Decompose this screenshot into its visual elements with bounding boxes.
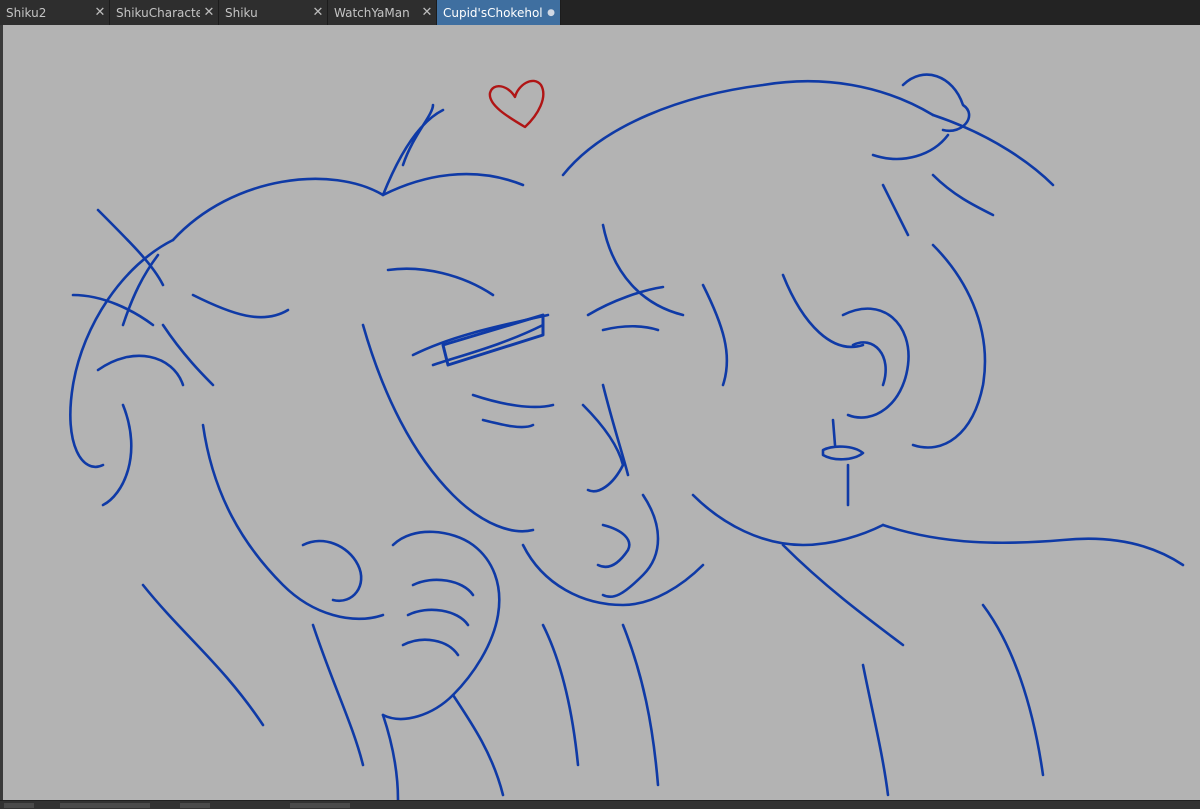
tab-label: ShikuCharacterS: [116, 5, 200, 20]
close-icon[interactable]: ✕: [200, 5, 218, 20]
left-hair-strands: [96, 354, 185, 507]
left-bow: [71, 208, 290, 387]
sketch-artwork: [69, 73, 1185, 800]
right-hair-outline: [561, 80, 935, 177]
right-nose-lips: [581, 403, 631, 569]
right-earring: [821, 418, 865, 507]
left-hair-outline: [171, 172, 525, 242]
left-neck: [141, 583, 365, 767]
right-bow: [871, 73, 995, 237]
zoom-readout[interactable]: [4, 803, 34, 808]
right-hair-lower: [911, 243, 987, 449]
right-closed-eye: [586, 285, 665, 332]
rotation-readout[interactable]: [180, 803, 210, 808]
tab-cupids-chokehold[interactable]: Cupid'sChokehold* ●: [437, 0, 561, 25]
left-cheek: [471, 393, 555, 429]
hand-outline: [381, 530, 501, 721]
left-ear: [301, 539, 363, 603]
right-hair-back: [931, 113, 1055, 187]
tab-watchyaman[interactable]: WatchYaMan ✕: [328, 0, 437, 25]
lower-neck: [541, 623, 660, 787]
drawing-canvas[interactable]: [0, 25, 1200, 800]
document-tab-bar: Shiku2 ✕ ShikuCharacterS ✕ Shiku ✕ Watch…: [0, 0, 1200, 26]
hand-fingers: [401, 578, 475, 657]
heart-icon: [488, 79, 545, 129]
tab-shiku2[interactable]: Shiku2 ✕: [0, 0, 110, 25]
left-face-side: [201, 423, 385, 621]
tab-label: Shiku: [225, 5, 258, 20]
close-icon[interactable]: ✕: [418, 5, 436, 20]
right-shoulder: [861, 603, 1045, 797]
left-face-line: [361, 323, 535, 533]
tab-label: Shiku2: [6, 5, 47, 20]
right-jaw: [691, 493, 885, 547]
left-brow: [386, 267, 495, 297]
modified-dot-icon[interactable]: ●: [542, 8, 560, 18]
right-neck: [781, 523, 1185, 647]
close-icon[interactable]: ✕: [91, 5, 109, 20]
tab-label: Cupid'sChokehold*: [443, 5, 542, 20]
tab-shiku[interactable]: Shiku ✕: [219, 0, 328, 25]
wrist: [381, 693, 505, 800]
right-ear: [841, 307, 910, 419]
right-hair-strands: [601, 223, 865, 387]
tab-shikucharacters[interactable]: ShikuCharacterS ✕: [110, 0, 219, 25]
tab-label: WatchYaMan: [334, 5, 410, 20]
view-controls[interactable]: [290, 803, 350, 808]
status-slider[interactable]: [60, 803, 150, 808]
close-icon[interactable]: ✕: [309, 5, 327, 20]
